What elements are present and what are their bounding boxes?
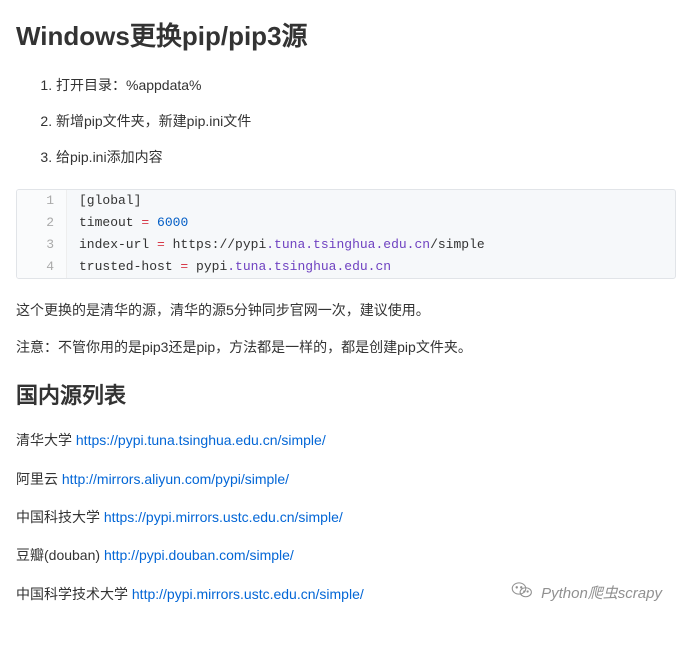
mirror-list: 清华大学 https://pypi.tuna.tsinghua.edu.cn/s…: [16, 429, 676, 605]
line-number: 3: [17, 234, 67, 256]
line-number: 1: [17, 190, 67, 212]
mirror-link[interactable]: http://pypi.mirrors.ustc.edu.cn/simple/: [132, 586, 364, 602]
step-item: 给pip.ini添加内容: [56, 146, 676, 168]
mirror-name: 阿里云: [16, 471, 58, 487]
mirror-link[interactable]: http://pypi.douban.com/simple/: [104, 547, 294, 563]
mirror-link[interactable]: https://pypi.mirrors.ustc.edu.cn/simple/: [104, 509, 343, 525]
mirror-name: 中国科学技术大学: [16, 586, 128, 602]
paragraph: 这个更换的是清华的源，清华的源5分钟同步官网一次，建议使用。: [16, 299, 676, 321]
mirror-item: 中国科技大学 https://pypi.mirrors.ustc.edu.cn/…: [16, 506, 676, 528]
mirror-item: 豆瓣(douban) http://pypi.douban.com/simple…: [16, 544, 676, 566]
mirror-name: 豆瓣(douban): [16, 547, 100, 563]
step-item: 打开目录：%appdata%: [56, 74, 676, 96]
code-line: timeout = 6000: [67, 212, 188, 234]
code-line: [global]: [67, 190, 141, 212]
sub-heading: 国内源列表: [16, 378, 676, 413]
main-heading: Windows更换pip/pip3源: [16, 16, 676, 58]
mirror-link[interactable]: http://mirrors.aliyun.com/pypi/simple/: [62, 471, 289, 487]
line-number: 4: [17, 256, 67, 278]
mirror-item: 中国科学技术大学 http://pypi.mirrors.ustc.edu.cn…: [16, 583, 676, 605]
paragraph: 注意：不管你用的是pip3还是pip，方法都是一样的，都是创建pip文件夹。: [16, 336, 676, 358]
steps-list: 打开目录：%appdata% 新增pip文件夹，新建pip.ini文件 给pip…: [16, 74, 676, 169]
mirror-item: 清华大学 https://pypi.tuna.tsinghua.edu.cn/s…: [16, 429, 676, 451]
code-line: index-url = https://pypi.tuna.tsinghua.e…: [67, 234, 485, 256]
step-item: 新增pip文件夹，新建pip.ini文件: [56, 110, 676, 132]
code-line: trusted-host = pypi.tuna.tsinghua.edu.cn: [67, 256, 391, 278]
mirror-item: 阿里云 http://mirrors.aliyun.com/pypi/simpl…: [16, 468, 676, 490]
mirror-link[interactable]: https://pypi.tuna.tsinghua.edu.cn/simple…: [76, 432, 326, 448]
mirror-name: 清华大学: [16, 432, 72, 448]
line-number: 2: [17, 212, 67, 234]
code-block: 1 [global] 2 timeout = 6000 3 index-url …: [16, 189, 676, 279]
mirror-name: 中国科技大学: [16, 509, 100, 525]
